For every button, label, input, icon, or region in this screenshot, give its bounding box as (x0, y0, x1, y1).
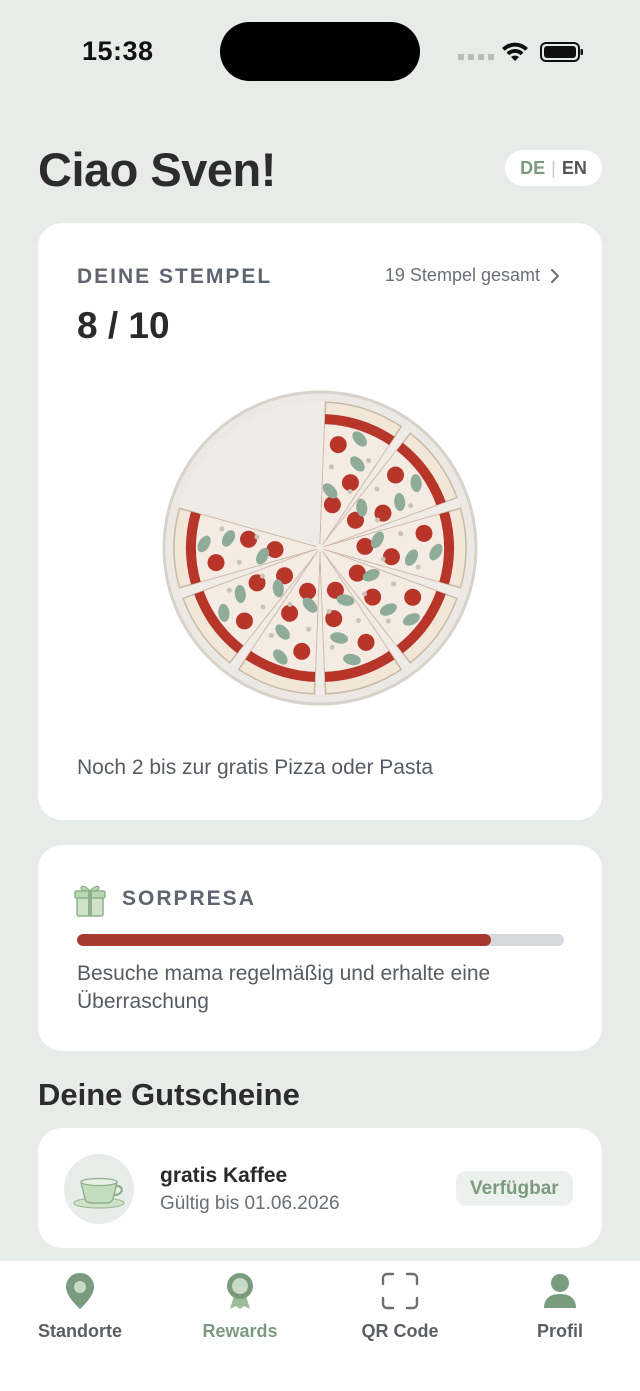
lang-separator: | (551, 157, 556, 178)
profile-icon (544, 1274, 576, 1308)
tab-label-profil: Profil (536, 1321, 583, 1341)
stamp-card-label: DEINE STEMPEL (77, 265, 273, 288)
medal-icon (227, 1273, 253, 1309)
pizza-stamp-illustration (162, 390, 478, 706)
voucher-card[interactable]: gratis Kaffee Gültig bis 01.06.2026 Verf… (38, 1128, 602, 1248)
coffee-cup-icon (73, 1177, 125, 1209)
tab-label-rewards: Rewards (202, 1321, 278, 1341)
voucher-thumbnail (64, 1154, 134, 1224)
stamp-total-text: 19 Stempel gesamt (384, 265, 540, 285)
surprise-label: SORPRESA (122, 887, 256, 910)
lang-en-option[interactable]: EN (562, 158, 587, 179)
tab-qr-code[interactable]: QR Code (320, 1271, 480, 1347)
vouchers-section-title: Deine Gutscheine (38, 1077, 300, 1112)
surprise-card: SORPRESA Besuche mama regelmäßig und erh… (38, 845, 602, 1051)
gift-icon (74, 885, 106, 917)
voucher-status-badge: Verfügbar (456, 1171, 573, 1206)
status-bar: 15:38 (0, 0, 640, 100)
voucher-validity: Gültig bis 01.06.2026 (160, 1193, 340, 1214)
surprise-description: Besuche mama regelmäßig und erhalte eine… (77, 962, 491, 1013)
status-time: 15:38 (82, 36, 154, 66)
chevron-right-icon (551, 268, 559, 283)
tab-label-qr-code: QR Code (361, 1321, 439, 1341)
tab-profil[interactable]: Profil (480, 1271, 640, 1347)
wifi-icon (502, 42, 528, 61)
tab-rewards[interactable]: Rewards (160, 1271, 320, 1347)
status-icons (458, 40, 588, 66)
stamp-count: 8 / 10 (77, 305, 170, 346)
dynamic-island (220, 22, 420, 81)
stamp-card: DEINE STEMPEL 19 Stempel gesamt 8 / 10 N… (38, 223, 602, 820)
stamp-total-link[interactable]: 19 Stempel gesamt (385, 265, 560, 286)
map-pin-icon (66, 1273, 94, 1309)
stamp-hint: Noch 2 bis zur gratis Pizza oder Pasta (77, 756, 433, 779)
tab-bar: Standorte Rewards QR Code Profil (0, 1260, 640, 1391)
tab-standorte[interactable]: Standorte (0, 1271, 160, 1347)
surprise-progress-fill (77, 934, 491, 946)
lang-de-option[interactable]: DE (520, 158, 545, 179)
greeting-title: Ciao Sven! (38, 143, 276, 196)
qr-scan-icon (381, 1272, 419, 1310)
cellular-signal-icon (458, 54, 494, 60)
language-toggle[interactable]: DE | EN (505, 150, 602, 186)
voucher-title: gratis Kaffee (160, 1164, 288, 1187)
battery-icon (540, 42, 583, 62)
surprise-progress-bar (77, 934, 564, 946)
tab-label-standorte: Standorte (37, 1321, 122, 1341)
